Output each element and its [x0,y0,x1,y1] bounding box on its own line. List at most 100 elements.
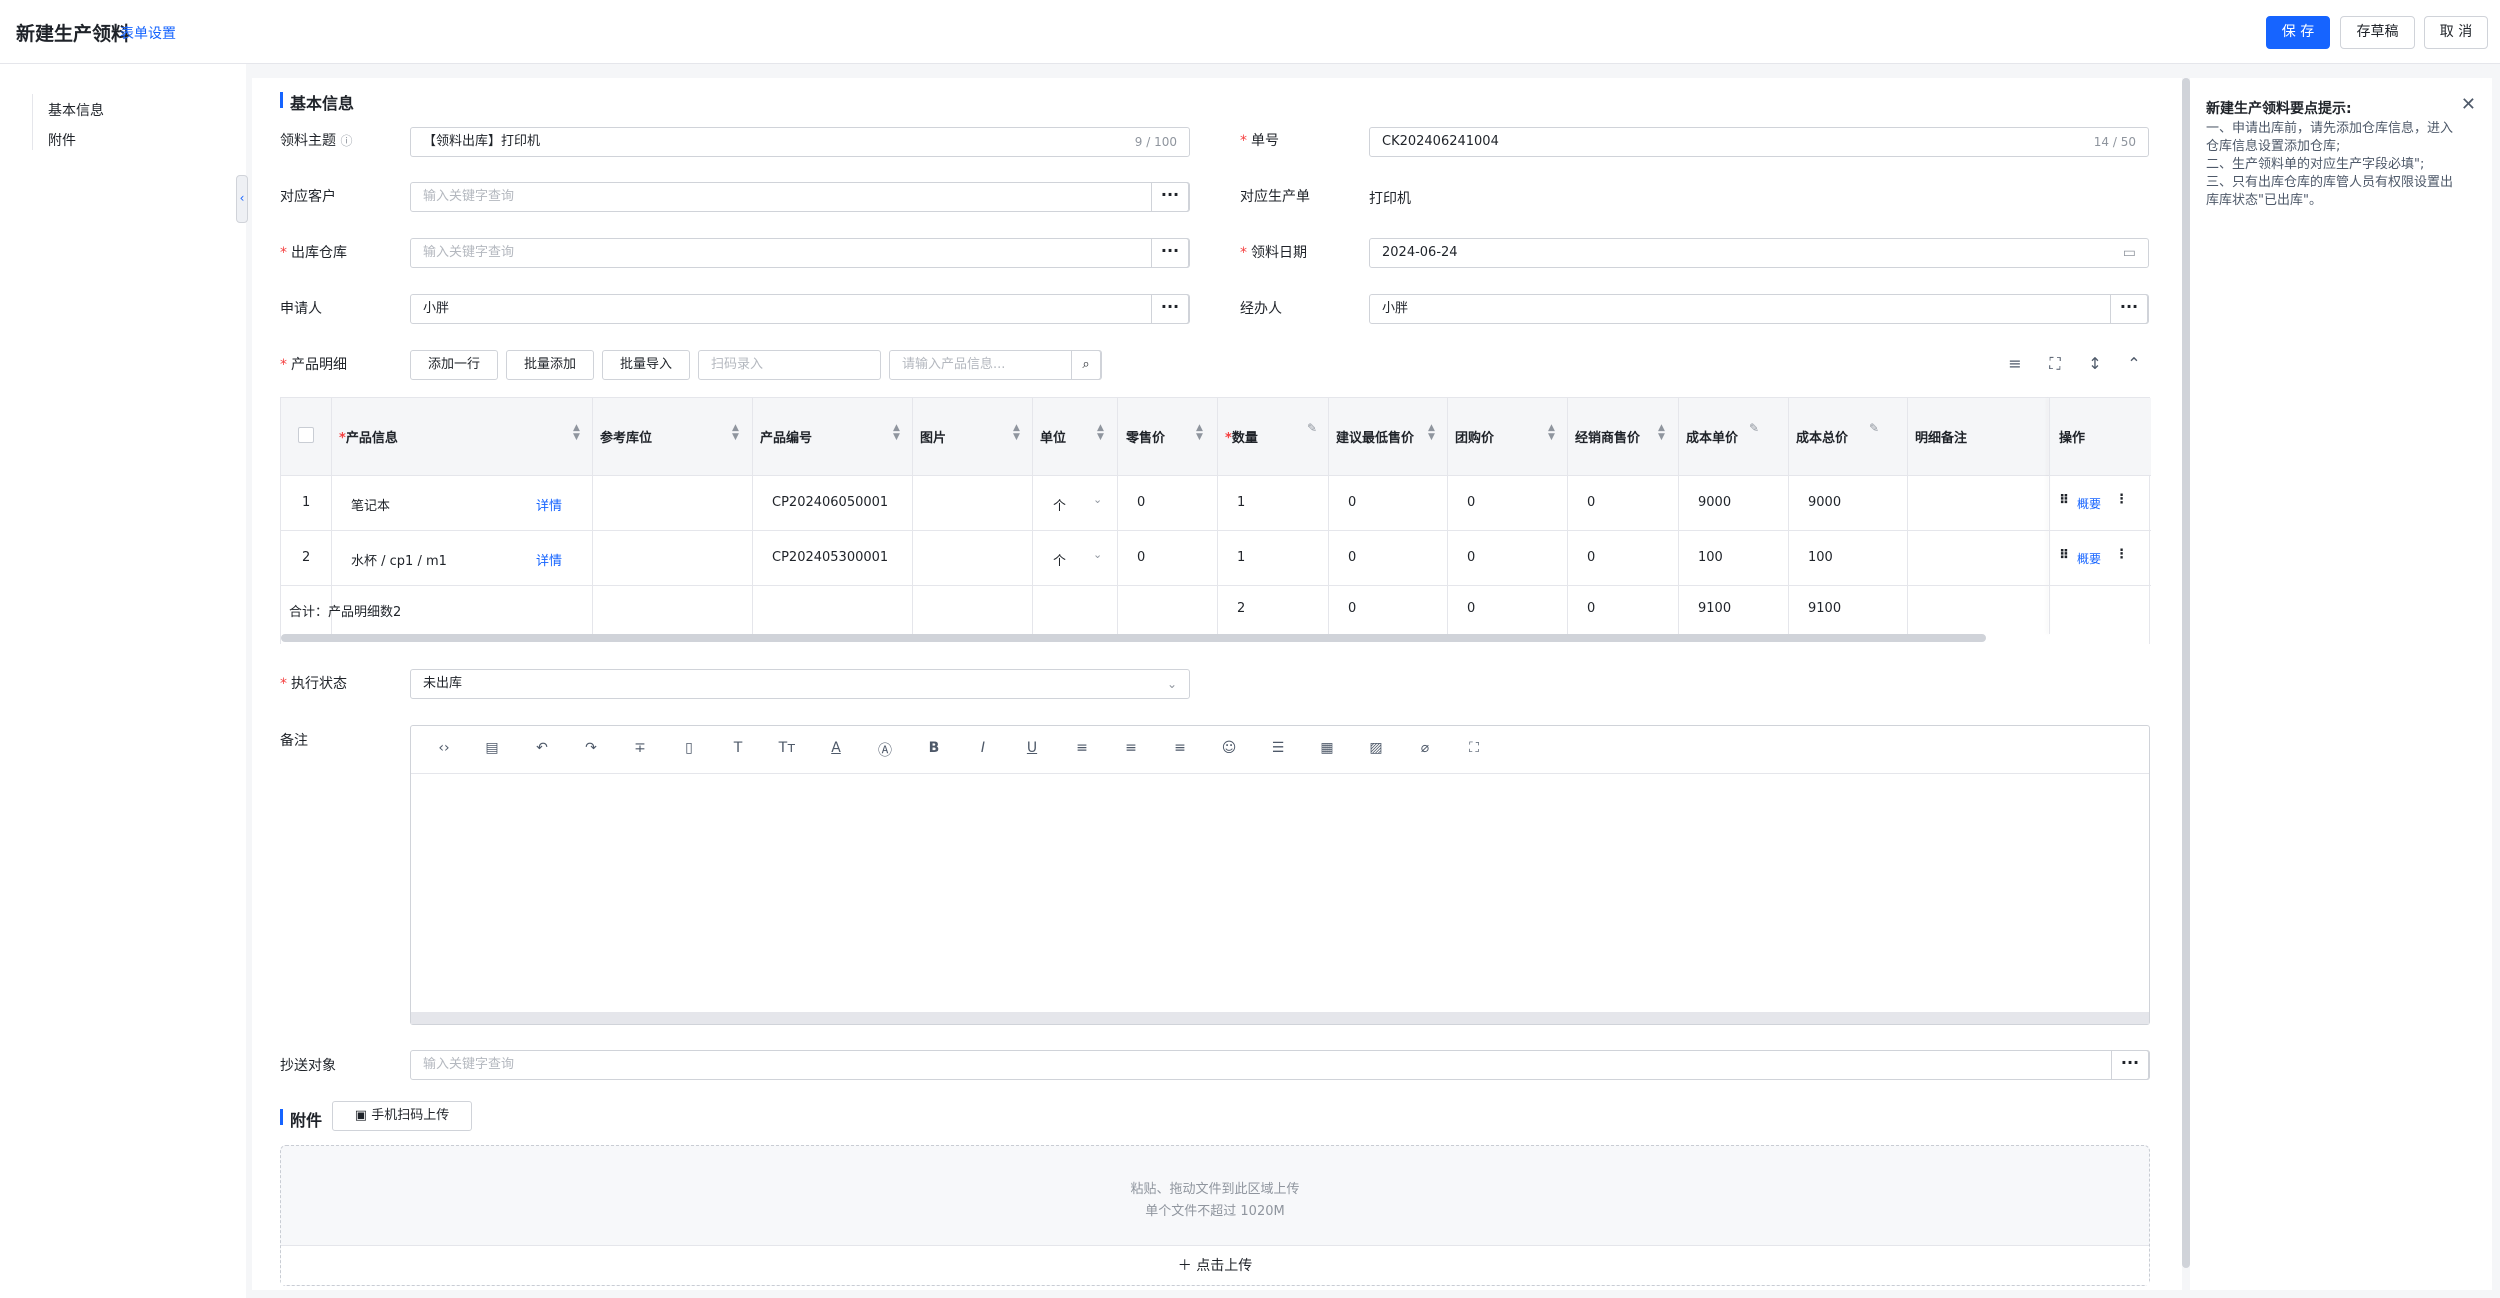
attachment-icon[interactable]: ⌀ [1414,740,1436,756]
bold-icon[interactable]: B [923,740,945,756]
col-retail[interactable]: 零售价 [1126,427,1165,446]
col-code[interactable]: 产品编号 [760,427,812,446]
drag-handle-icon[interactable]: ⠿ [2059,493,2069,508]
batch-import-button[interactable]: 批量导入 [602,350,690,380]
divider-icon[interactable]: ☰ [1267,740,1289,756]
chevron-down-icon[interactable]: ⌄ [1093,548,1102,561]
undo-icon[interactable]: ↶ [531,740,553,756]
summary-link[interactable]: 概要 [2077,550,2101,567]
table-icon[interactable]: ▦ [1316,740,1338,756]
editor-resize-bar[interactable] [411,1012,2149,1024]
cc-more-icon[interactable]: ··· [2111,1050,2149,1080]
code-icon[interactable]: ‹› [433,740,455,756]
no-input[interactable]: CK202406241004 14 / 50 [1369,127,2149,157]
col-unit[interactable]: 单位 [1040,427,1066,446]
edit-icon[interactable]: ✎ [1749,422,1759,434]
sort-icon[interactable]: ▲ ▼ [573,424,580,442]
text-icon[interactable]: T [727,740,749,756]
col-cost[interactable]: 成本单价 [1686,427,1738,446]
warehouse-more-icon[interactable]: ··· [1151,238,1189,268]
collapse-icon[interactable]: ⌃ [2122,354,2146,373]
subject-input[interactable]: 【领料出库】打印机 9 / 100 [410,127,1190,157]
col-dealer-price[interactable]: 经销商售价 [1575,427,1640,446]
more-vertical-icon[interactable]: ⋮ [2115,492,2128,507]
table-row[interactable]: 1 笔记本 详情 CP202406050001 个 ⌄ 0 1 0 0 0 90… [281,476,2151,531]
align-center-icon[interactable]: ≡ [1120,740,1142,756]
search-icon[interactable]: ⌕ [1071,350,1101,380]
align-left-icon[interactable]: ≡ [1071,740,1093,756]
text-size-icon[interactable]: Tт [776,740,798,756]
summary-link[interactable]: 概要 [2077,495,2101,512]
total-price[interactable]: 9000 [1808,495,1841,510]
handler-more-icon[interactable]: ··· [2110,294,2148,324]
vertical-scrollbar[interactable] [2182,78,2190,1268]
redo-icon[interactable]: ↷ [580,740,602,756]
form-settings-link[interactable]: 表单设置 [120,23,176,43]
qty[interactable]: 1 [1237,495,1245,510]
sort-icon[interactable]: ▲ ▼ [1097,424,1104,442]
group-price[interactable]: 0 [1467,495,1475,510]
calendar-icon[interactable]: ▭ [2123,239,2136,267]
fullscreen-icon[interactable]: ⛶ [2043,354,2067,374]
close-icon[interactable]: ✕ [2461,94,2476,115]
applicant-input[interactable]: 小胖 ··· [410,294,1190,324]
dealer-price[interactable]: 0 [1587,495,1595,510]
help-icon[interactable]: ⓘ [340,134,352,148]
strikethrough-icon[interactable]: ∓ [629,740,651,756]
collapse-nav-icon[interactable]: ‹ [236,175,248,223]
remark-editor[interactable]: ‹› ▤ ↶ ↷ ∓ ▯ T Tт A Ⓐ B I U ≡ ≡ ≡ ☺ ☰ ▦ … [410,725,2150,1025]
expand-icon[interactable]: ↕ [2083,354,2107,373]
min-price[interactable]: 0 [1348,550,1356,565]
add-row-button[interactable]: 添加一行 [410,350,498,380]
total-price[interactable]: 100 [1808,550,1833,565]
dealer-price[interactable]: 0 [1587,550,1595,565]
font-color-icon[interactable]: A [825,740,847,756]
mobile-upload-button[interactable]: ▣ 手机扫码上传 [332,1101,472,1131]
background-color-icon[interactable]: Ⓐ [874,740,896,760]
drag-handle-icon[interactable]: ⠿ [2059,548,2069,563]
col-product-info[interactable]: *产品信息 [339,427,398,446]
col-total[interactable]: 成本总价 [1796,427,1848,446]
table-row[interactable]: 2 水杯 / cp1 / m1 详情 CP202405300001 个 ⌄ 0 … [281,531,2151,586]
edit-icon[interactable]: ✎ [1307,422,1317,434]
cancel-button[interactable]: 取 消 [2424,16,2488,49]
unit-select[interactable]: 个 [1053,550,1066,569]
save-button[interactable]: 保 存 [2266,16,2330,49]
sort-icon[interactable]: ▲ ▼ [732,424,739,442]
min-price[interactable]: 0 [1348,495,1356,510]
col-location[interactable]: 参考库位 [600,427,652,446]
chevron-down-icon[interactable]: ⌄ [1093,493,1102,506]
image-icon[interactable]: ▨ [1365,740,1387,756]
nav-item-basic[interactable]: 基本信息 [48,100,104,120]
nav-item-attachment[interactable]: 附件 [48,130,76,150]
status-select[interactable]: 未出库 ⌄ [410,669,1190,699]
unit-select[interactable]: 个 [1053,495,1066,514]
cc-input[interactable]: 输入关键字查询 ··· [410,1050,2150,1080]
sort-icon[interactable]: ▲ ▼ [893,424,900,442]
applicant-more-icon[interactable]: ··· [1151,294,1189,324]
click-upload-button[interactable]: ＋ 点击上传 [281,1245,2149,1285]
sort-icon[interactable]: ▲ ▼ [1428,424,1435,442]
col-remark[interactable]: 明细备注 [1915,427,1967,446]
detail-link[interactable]: 详情 [536,495,562,514]
product-search-input[interactable]: 请输入产品信息... ⌕ [889,350,1102,380]
italic-icon[interactable]: I [972,740,994,756]
underline-icon[interactable]: U [1021,740,1043,756]
col-min-price[interactable]: 建议最低售价 [1336,427,1414,446]
batch-add-button[interactable]: 批量添加 [506,350,594,380]
qty[interactable]: 1 [1237,550,1245,565]
edit-icon[interactable]: ✎ [1869,422,1879,434]
document-icon[interactable]: ▯ [678,740,700,756]
sort-icon[interactable]: ▲ ▼ [1658,424,1665,442]
sort-icon[interactable]: ▲ ▼ [1196,424,1203,442]
sort-icon[interactable]: ▲ ▼ [1013,424,1020,442]
fullscreen-icon[interactable]: ⛶ [1463,740,1485,756]
more-vertical-icon[interactable]: ⋮ [2115,547,2128,562]
row-height-icon[interactable]: ≡ [2003,354,2027,373]
align-right-icon[interactable]: ≡ [1169,740,1191,756]
emoji-icon[interactable]: ☺ [1218,740,1240,756]
template-icon[interactable]: ▤ [481,740,503,756]
scan-input[interactable]: 扫码录入 [698,350,881,380]
group-price[interactable]: 0 [1467,550,1475,565]
customer-input[interactable]: 输入关键字查询 ··· [410,182,1190,212]
